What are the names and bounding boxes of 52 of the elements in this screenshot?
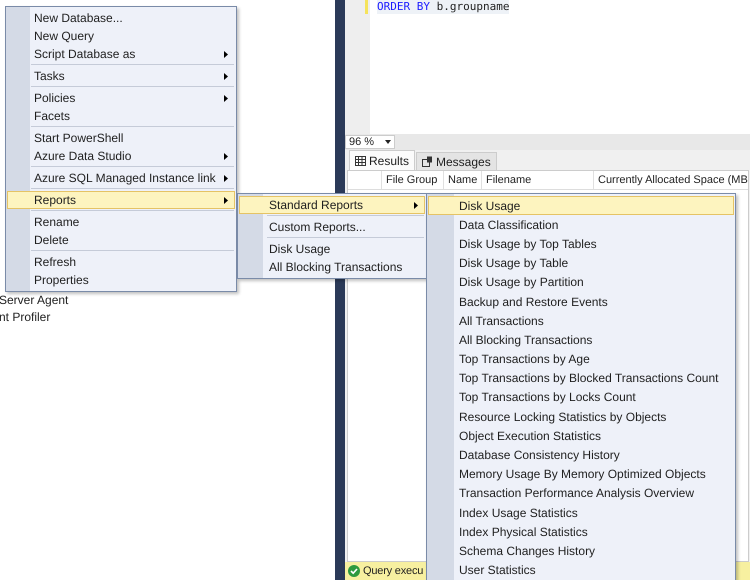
results-tab[interactable]: Results [349,150,416,170]
menu-item[interactable]: Delete [7,231,235,249]
menu-item[interactable]: User Statistics [428,560,734,580]
menu-item[interactable]: Policies [7,89,235,107]
column-header: Filename [482,171,594,189]
menu-item[interactable]: Disk Usage by Partition [428,272,734,292]
menu-item[interactable]: Backup and Restore Events [428,292,734,312]
results-tab[interactable]: Messages [416,152,497,170]
menu-item[interactable]: Disk Usage [239,240,425,258]
grid-icon [355,156,366,166]
menu-item[interactable]: Database Consistency History [428,445,734,465]
change-marker [365,0,368,14]
menu-item[interactable]: Index Physical Statistics [428,522,734,542]
menu-item[interactable]: Memory Usage By Memory Optimized Objects [428,464,734,484]
menu-item[interactable]: Refresh [7,253,235,271]
menu-item[interactable]: Script Database as [7,45,235,63]
tree-item[interactable]: nt Profiler [0,309,335,326]
menu-item[interactable]: Data Classification [428,215,734,234]
menu-item[interactable]: Azure Data Studio [7,147,235,165]
menu-item[interactable]: Top Transactions by Locks Count [428,388,734,408]
column-header: File Group [382,171,444,189]
dropdown-caret-icon[interactable] [385,140,391,144]
menu-item[interactable]: Object Execution Statistics [428,426,734,446]
menu-item[interactable]: Schema Changes History [428,541,734,561]
menu-item[interactable]: Top Transactions by Blocked Transactions Count [428,368,734,388]
zoom-dropdown[interactable]: 96 % [345,135,395,149]
menu-item[interactable]: Rename [7,213,235,231]
menu-item[interactable]: All Blocking Transactions [239,258,425,276]
menu-item[interactable]: Facets [7,107,235,125]
menu-item[interactable]: All Blocking Transactions [428,330,734,350]
menu-item[interactable]: Transaction Performance Analysis Overview [428,484,734,503]
menu-item[interactable]: Reports [7,191,235,209]
messages-icon [422,156,434,167]
menu-item[interactable]: Disk Usage by Table [428,254,734,273]
menu-item[interactable]: New Query [7,27,235,45]
menu-item[interactable]: New Database... [7,9,235,27]
menu-item[interactable]: All Transactions [428,311,734,330]
menu-item[interactable]: Start PowerShell [7,129,235,147]
status-text: Query execu [363,565,424,577]
menu-item[interactable]: Disk Usage by Top Tables [428,234,734,254]
menu-item[interactable]: Disk Usage [428,196,734,216]
column-header: Name [444,171,482,189]
menu-item[interactable]: Tasks [7,67,235,85]
menu-item[interactable]: Standard Reports [239,196,425,214]
success-icon [348,565,360,577]
column-header: Currently Allocated Space (MB [597,173,748,188]
menu-item[interactable]: Index Usage Statistics [428,503,734,522]
menu-item[interactable]: Resource Locking Statistics by Objects [428,407,734,426]
menu-item[interactable]: Custom Reports... [239,218,425,236]
menu-item[interactable]: Azure SQL Managed Instance link [7,169,235,187]
menu-item[interactable]: Properties [7,271,235,289]
menu-item[interactable]: Top Transactions by Age [428,350,734,369]
